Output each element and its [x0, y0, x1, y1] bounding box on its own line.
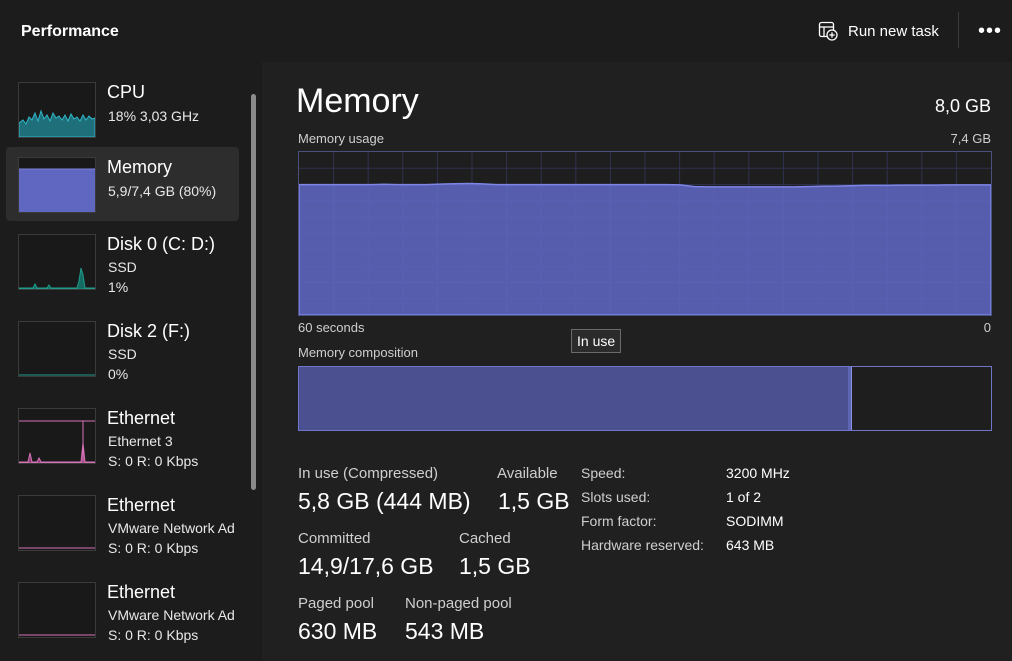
form-factor-key: Form factor: — [581, 513, 657, 529]
slots-used-value: 1 of 2 — [726, 489, 762, 505]
sidebar-item-disk-0[interactable]: Disk 0 (C: D:) SSD 1% — [6, 224, 239, 298]
sidebar-item-disk-2[interactable]: Disk 2 (F:) SSD 0% — [6, 311, 239, 385]
memory-usage-graph — [299, 152, 991, 315]
sidebar-item-title: Disk 0 (C: D:) — [107, 234, 215, 254]
paged-pool-label: Paged pool — [298, 595, 374, 612]
memory-usage-label: Memory usage — [298, 131, 384, 146]
in-use-label: In use (Compressed) — [298, 465, 439, 482]
cached-value: 1,5 GB — [459, 553, 531, 579]
non-paged-pool-label: Non-paged pool — [405, 595, 512, 612]
sidebar-item-title: Disk 2 (F:) — [107, 321, 190, 341]
sidebar-item-detail: SSD — [108, 259, 137, 275]
ethernet-vmware-1-thumbnail-graph — [18, 495, 96, 551]
sidebar-item-detail: 5,9/7,4 GB (80%) — [108, 183, 217, 199]
disk-2-thumbnail-graph — [18, 321, 96, 377]
page-title: Performance — [21, 23, 119, 40]
speed-value: 3200 MHz — [726, 465, 790, 481]
sidebar-scrollbar[interactable] — [251, 94, 256, 490]
sidebar-item-detail: 18% 3,03 GHz — [108, 108, 200, 124]
sidebar-item-cpu[interactable]: CPU 18% 3,03 GHz — [6, 72, 239, 146]
sidebar-item-detail-2: 1% — [108, 279, 129, 295]
in-use-value: 5,8 GB (444 MB) — [298, 488, 471, 514]
memory-usage-chart — [298, 151, 992, 316]
available-label: Available — [497, 465, 558, 482]
sidebar-item-detail: SSD — [108, 346, 137, 362]
sidebar-item-title: Ethernet — [107, 408, 176, 428]
ethernet-3-thumbnail-graph — [18, 408, 96, 464]
memory-panel: Memory 8,0 GB Memory usage 7,4 GB 60 sec… — [262, 62, 1012, 661]
sidebar-item-title: Ethernet — [107, 495, 176, 515]
sidebar-item-ethernet-vmware-1[interactable]: Ethernet VMware Network Ad S: 0 R: 0 Kbp… — [6, 485, 239, 559]
sidebar-item-ethernet-3[interactable]: Ethernet Ethernet 3 S: 0 R: 0 Kbps — [6, 398, 239, 472]
header-divider — [958, 12, 959, 48]
run-new-task-button[interactable]: Run new task — [818, 18, 939, 44]
committed-value: 14,9/17,6 GB — [298, 553, 434, 579]
sidebar-item-detail: VMware Network Ad — [108, 607, 235, 623]
sidebar-item-detail-2: 0% — [108, 366, 129, 382]
memory-thumbnail-graph — [18, 157, 96, 213]
sidebar-item-detail-2: S: 0 R: 0 Kbps — [108, 453, 199, 469]
more-options-button[interactable]: ••• — [976, 17, 1004, 45]
title-bar: Performance Run new task ••• — [0, 0, 1012, 62]
committed-label: Committed — [298, 530, 371, 547]
sidebar-item-title: Memory — [107, 157, 173, 177]
sidebar-item-detail-2: S: 0 R: 0 Kbps — [108, 627, 199, 643]
ethernet-vmware-2-thumbnail-graph — [18, 582, 96, 638]
add-task-icon — [818, 21, 838, 41]
memory-usage-max: 7,4 GB — [950, 131, 991, 146]
memory-composition-bar[interactable] — [298, 366, 992, 431]
memory-usage-area — [299, 182, 991, 315]
cpu-thumbnail-graph — [18, 82, 96, 138]
disk-0-thumbnail-graph — [18, 234, 96, 290]
sidebar-item-detail: Ethernet 3 — [108, 433, 173, 449]
non-paged-pool-value: 543 MB — [405, 618, 485, 644]
sidebar-item-detail: VMware Network Ad — [108, 520, 235, 536]
memory-composition-label: Memory composition — [298, 345, 418, 360]
run-new-task-label: Run new task — [848, 22, 939, 40]
time-axis-start: 60 seconds — [298, 320, 365, 335]
hardware-reserved-key: Hardware reserved: — [581, 537, 704, 553]
composition-in-use-segment[interactable] — [299, 367, 848, 430]
sidebar-item-title: Ethernet — [107, 582, 176, 602]
speed-key: Speed: — [581, 465, 626, 481]
composition-divider — [851, 367, 852, 430]
sidebar-item-detail-2: S: 0 R: 0 Kbps — [108, 540, 199, 556]
paged-pool-value: 630 MB — [298, 618, 378, 644]
in-use-tooltip: In use — [571, 329, 622, 353]
sidebar: CPU 18% 3,03 GHz Memory 5,9/7,4 GB (80%)… — [0, 62, 262, 661]
time-axis-end: 0 — [983, 320, 991, 335]
cached-label: Cached — [459, 530, 511, 547]
sidebar-item-ethernet-vmware-2[interactable]: Ethernet VMware Network Ad S: 0 R: 0 Kbp… — [6, 572, 239, 646]
form-factor-value: SODIMM — [726, 513, 784, 529]
sidebar-item-title: CPU — [107, 82, 146, 102]
slots-used-key: Slots used: — [581, 489, 651, 505]
sidebar-item-memory[interactable]: Memory 5,9/7,4 GB (80%) — [6, 147, 239, 221]
more-options-icon: ••• — [977, 19, 1002, 42]
available-value: 1,5 GB — [498, 488, 570, 514]
memory-title: Memory — [296, 82, 419, 120]
hardware-reserved-value: 643 MB — [726, 537, 775, 553]
memory-total: 8,0 GB — [934, 96, 991, 116]
